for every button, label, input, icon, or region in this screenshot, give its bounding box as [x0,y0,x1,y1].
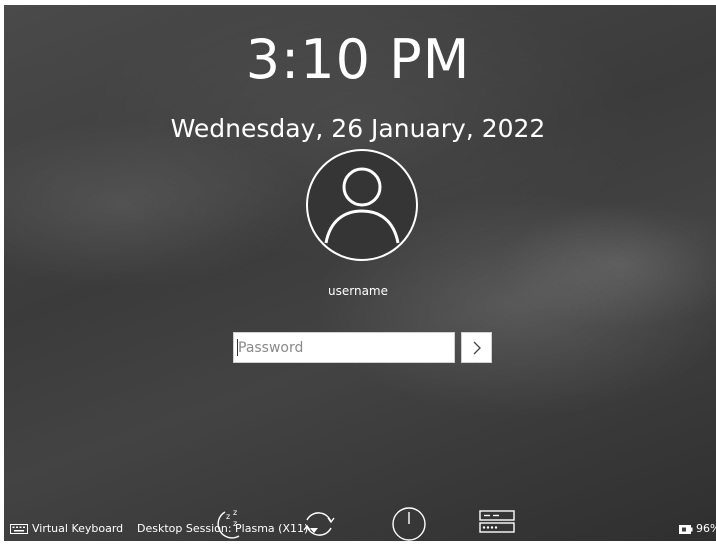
username-label: username [328,284,388,298]
battery-indicator: 96% [679,522,716,536]
switch-user-icon [479,510,515,533]
svg-text:z: z [233,508,237,517]
clock-date: Wednesday, 26 January, 2022 [170,114,546,143]
shutdown-button[interactable] [389,506,429,542]
svg-text:z: z [226,512,230,521]
battery-icon [679,524,693,534]
virtual-keyboard-label: Virtual Keyboard [32,522,124,535]
login-button[interactable] [461,332,492,363]
virtual-keyboard-button[interactable]: Virtual Keyboard [10,522,123,536]
battery-level: 96% [696,522,716,535]
keyboard-icon [10,524,28,534]
power-icon [392,507,426,541]
text-caret [237,339,238,356]
restart-button[interactable] [298,506,338,542]
switch-user-button[interactable] [478,506,518,542]
user-avatar-icon [324,167,400,244]
chevron-right-icon [473,341,481,354]
password-input[interactable] [233,332,455,363]
svg-text:z: z [233,519,237,528]
user-avatar[interactable] [306,149,418,261]
clock-time: 3:10 PM [245,28,471,91]
sleep-icon: z z z [217,508,240,539]
suspend-button[interactable]: z z z [211,506,251,542]
restart-icon [303,512,335,536]
